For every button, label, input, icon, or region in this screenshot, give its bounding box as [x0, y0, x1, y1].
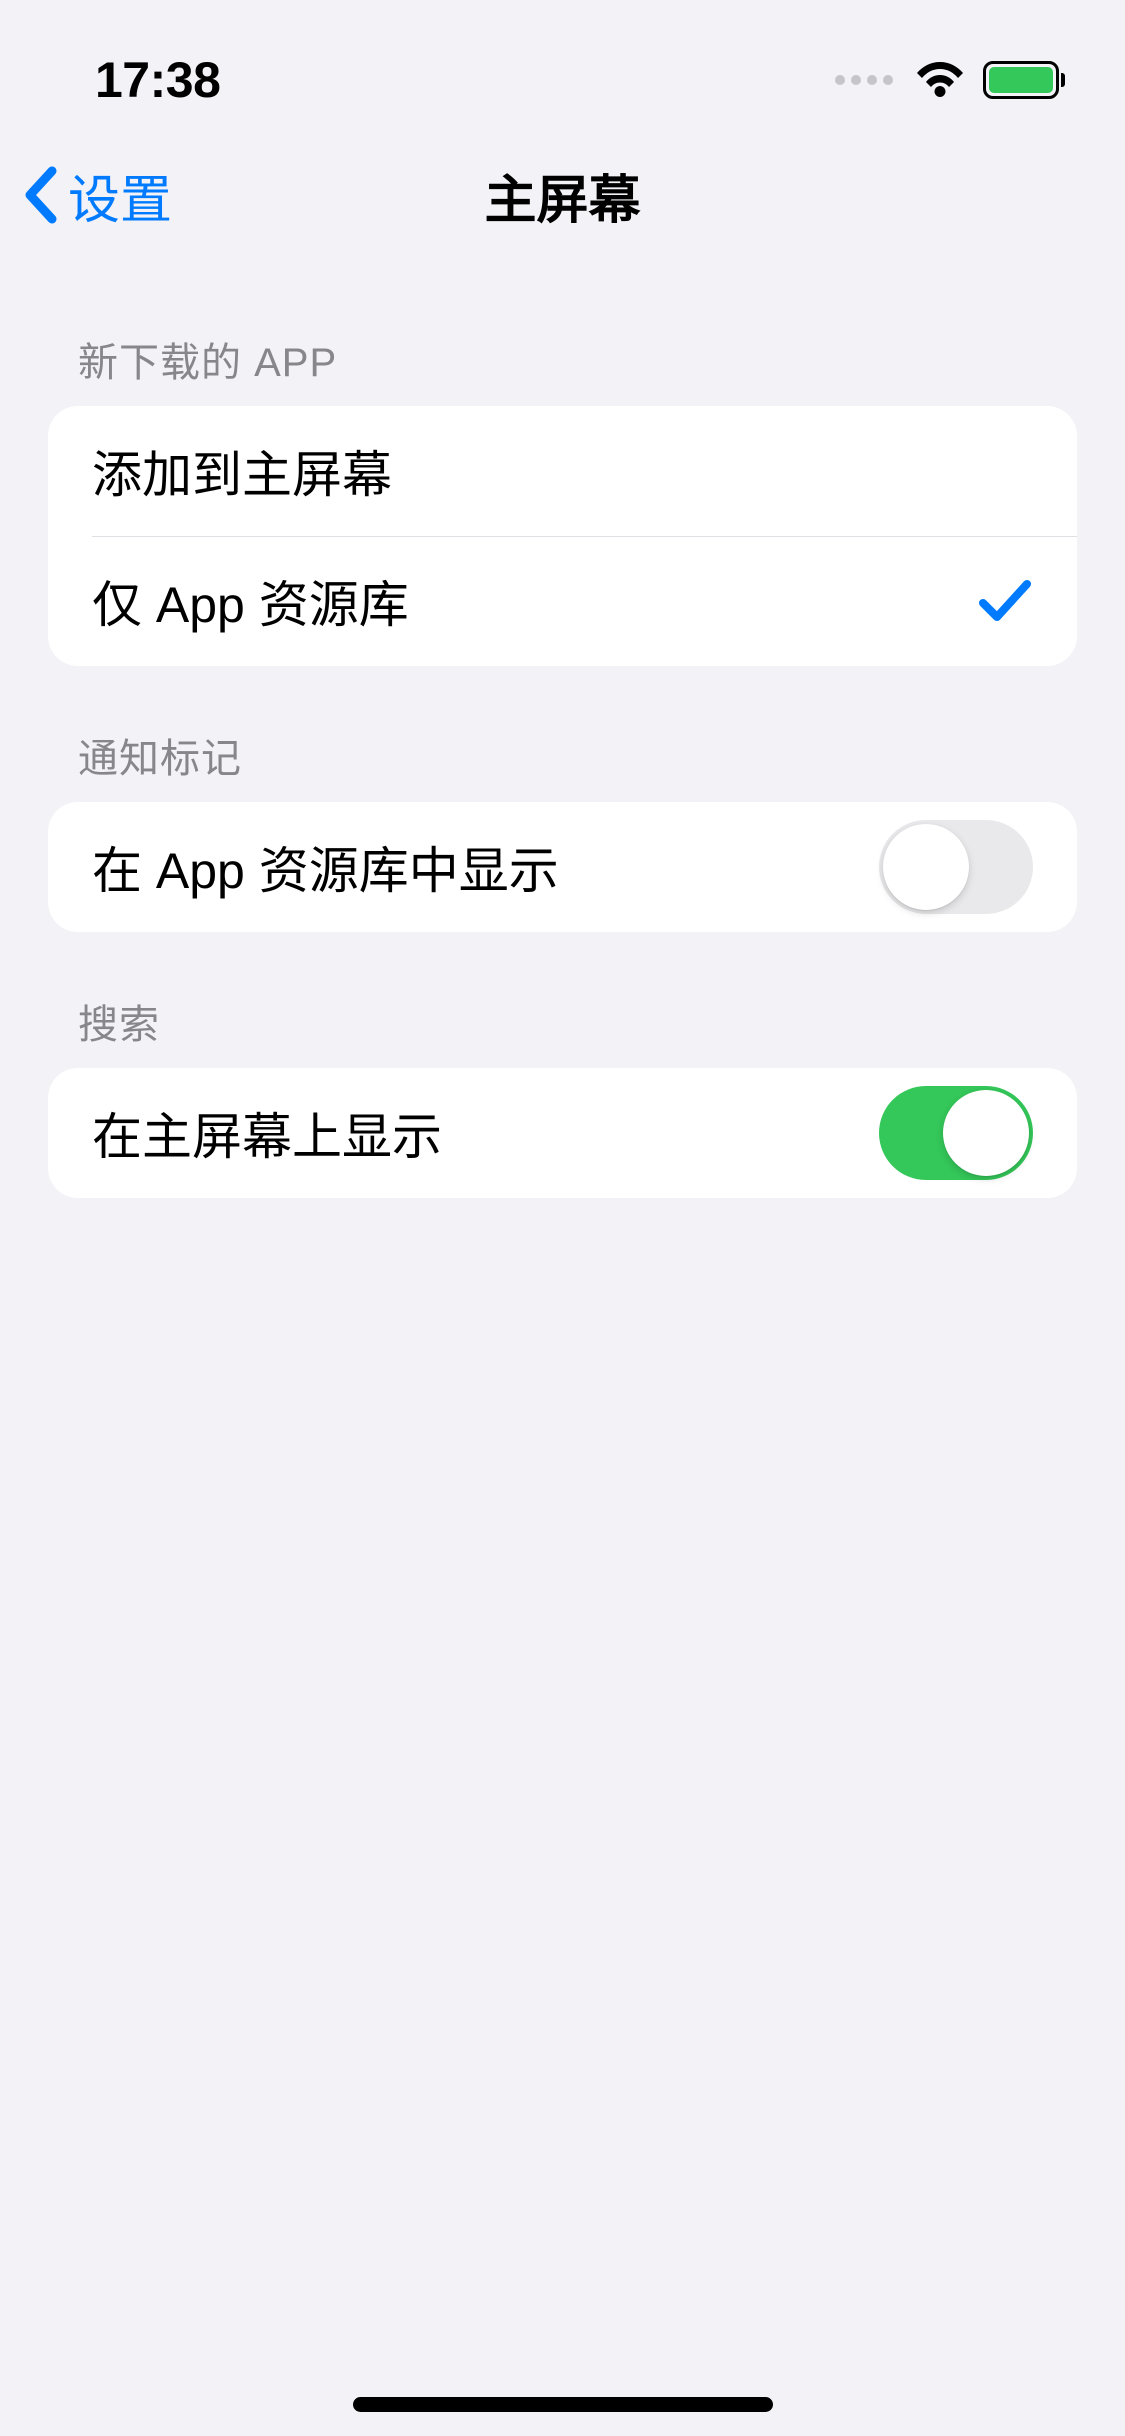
option-label: 仅 App 资源库 [92, 565, 409, 637]
section-header-new-downloads: 新下载的 APP [48, 260, 1077, 406]
cellular-signal-icon [835, 75, 893, 85]
toggle-show-on-home[interactable] [879, 1086, 1033, 1180]
toggle-knob [883, 824, 969, 910]
battery-icon [983, 61, 1065, 99]
settings-content: 新下载的 APP 添加到主屏幕 仅 App 资源库 通知标记 在 App 资源库… [0, 260, 1125, 1198]
back-button[interactable]: 设置 [22, 158, 172, 233]
row-show-on-home: 在主屏幕上显示 [48, 1068, 1077, 1198]
home-indicator[interactable] [353, 2397, 773, 2412]
status-time: 17:38 [95, 51, 220, 109]
option-add-to-home[interactable]: 添加到主屏幕 [48, 406, 1077, 536]
section-header-search: 搜索 [48, 932, 1077, 1068]
checkmark-icon [977, 576, 1033, 626]
option-label: 添加到主屏幕 [92, 435, 392, 507]
toggle-knob [943, 1090, 1029, 1176]
back-label: 设置 [68, 158, 172, 233]
group-notification-badges: 在 App 资源库中显示 [48, 802, 1077, 932]
option-app-library-only[interactable]: 仅 App 资源库 [48, 536, 1077, 666]
wifi-icon [915, 61, 965, 99]
status-bar: 17:38 [0, 0, 1125, 130]
toggle-show-in-app-library[interactable] [879, 820, 1033, 914]
group-search: 在主屏幕上显示 [48, 1068, 1077, 1198]
group-new-downloads: 添加到主屏幕 仅 App 资源库 [48, 406, 1077, 666]
row-label: 在主屏幕上显示 [92, 1097, 442, 1169]
row-label: 在 App 资源库中显示 [92, 831, 559, 903]
status-indicators [835, 61, 1065, 99]
nav-bar: 设置 主屏幕 [0, 130, 1125, 260]
chevron-left-icon [22, 165, 60, 225]
section-header-notification-badges: 通知标记 [48, 666, 1077, 802]
row-show-in-app-library: 在 App 资源库中显示 [48, 802, 1077, 932]
